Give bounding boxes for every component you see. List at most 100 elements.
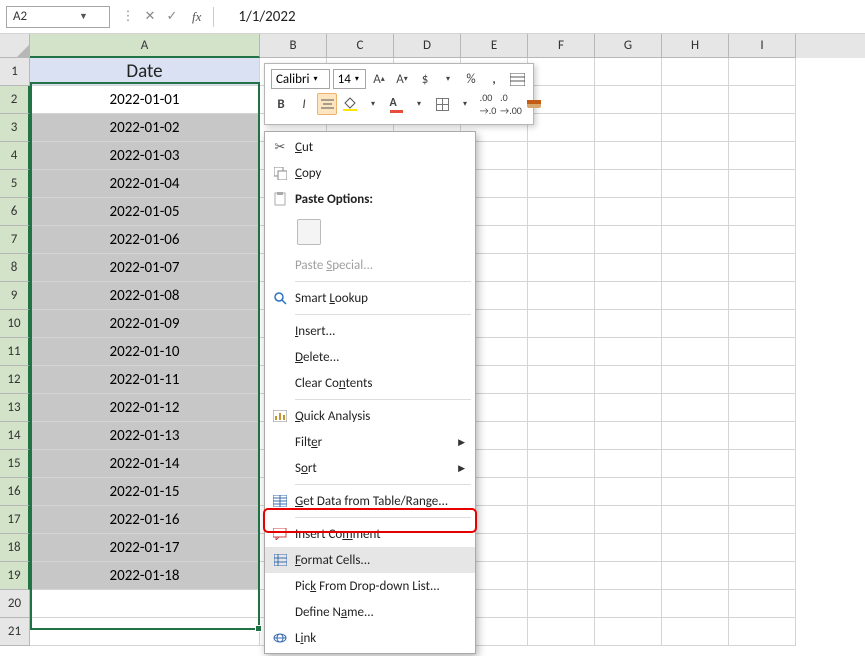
col-header-D[interactable]: D [394, 34, 461, 58]
cell[interactable]: 2022-01-06 [30, 226, 260, 254]
font-color-icon[interactable]: A [386, 93, 406, 115]
menu-filter[interactable]: Filter ▶ [265, 429, 475, 455]
cell[interactable]: 2022-01-08 [30, 282, 260, 310]
row-header[interactable]: 18 [0, 534, 30, 562]
menu-delete[interactable]: Delete... [265, 344, 475, 370]
menu-pick-list[interactable]: Pick From Drop-down List... [265, 573, 475, 599]
enter-icon[interactable]: ✓ [162, 7, 182, 27]
cell[interactable]: 2022-01-17 [30, 534, 260, 562]
cell[interactable]: 2022-01-15 [30, 478, 260, 506]
cell[interactable]: 2022-01-04 [30, 170, 260, 198]
cell[interactable]: 2022-01-07 [30, 254, 260, 282]
cell[interactable] [729, 58, 796, 86]
italic-icon[interactable]: I [294, 93, 314, 115]
row-header[interactable]: 13 [0, 394, 30, 422]
col-header-G[interactable]: G [595, 34, 662, 58]
menu-get-data[interactable]: Get Data from Table/Range... [265, 488, 475, 514]
col-header-A[interactable]: A [30, 34, 260, 58]
cell[interactable]: 2022-01-10 [30, 338, 260, 366]
currency-icon[interactable]: $ [415, 68, 435, 90]
cell[interactable] [595, 58, 662, 86]
bold-icon[interactable]: B [271, 93, 291, 115]
cell[interactable]: 2022-01-11 [30, 366, 260, 394]
cell[interactable]: 2022-01-18 [30, 562, 260, 590]
select-all-corner[interactable] [0, 34, 30, 58]
row-header[interactable]: 17 [0, 506, 30, 534]
row-header[interactable]: 14 [0, 422, 30, 450]
increase-decimal-icon[interactable]: .00→.0 [478, 93, 498, 115]
menu-smart-lookup[interactable]: Smart Lookup [265, 285, 475, 311]
col-header-E[interactable]: E [461, 34, 528, 58]
conditional-format-icon[interactable] [507, 68, 527, 90]
menu-clear-contents[interactable]: Clear Contents [265, 370, 475, 396]
col-header-H[interactable]: H [662, 34, 729, 58]
menu-define-name[interactable]: Define Name... [265, 599, 475, 625]
menu-sort[interactable]: Sort ▶ [265, 455, 475, 481]
row-header[interactable]: 6 [0, 198, 30, 226]
border-icon[interactable] [432, 93, 452, 115]
row-header[interactable]: 4 [0, 142, 30, 170]
row-header[interactable]: 8 [0, 254, 30, 282]
fx-icon[interactable]: fx [184, 9, 209, 25]
dropdown-icon[interactable]: ▾ [438, 68, 458, 90]
row-header[interactable]: 7 [0, 226, 30, 254]
chevron-down-icon[interactable]: ▼ [58, 11, 109, 22]
align-center-icon[interactable] [317, 93, 337, 115]
dropdown-icon[interactable]: ▾ [409, 93, 429, 115]
formula-input[interactable]: 1/1/2022 [218, 8, 315, 26]
name-box[interactable]: A2 ▼ [6, 6, 110, 28]
col-header-I[interactable]: I [729, 34, 796, 58]
cell[interactable] [595, 86, 662, 114]
cell[interactable] [30, 590, 260, 618]
menu-copy[interactable]: Copy [265, 160, 475, 186]
decrease-font-icon[interactable]: A▾ [392, 68, 412, 90]
cell[interactable] [662, 58, 729, 86]
paste-icon[interactable] [297, 219, 321, 245]
percent-icon[interactable]: % [461, 68, 481, 90]
cell[interactable] [729, 86, 796, 114]
font-size-select[interactable]: 14▾ [333, 69, 366, 89]
row-header[interactable]: 3 [0, 114, 30, 142]
cancel-icon[interactable]: ✕ [140, 7, 160, 27]
menu-cut[interactable]: ✂ Cut [265, 134, 475, 160]
increase-font-icon[interactable]: A▴ [369, 68, 389, 90]
cell[interactable] [528, 58, 595, 86]
menu-paste-options[interactable]: Paste Options: [265, 186, 475, 212]
row-header[interactable]: 10 [0, 310, 30, 338]
cell[interactable]: 2022-01-13 [30, 422, 260, 450]
font-name-select[interactable]: Calibri▾ [271, 69, 330, 89]
format-painter-icon[interactable] [524, 93, 544, 115]
cell[interactable]: 2022-01-16 [30, 506, 260, 534]
col-header-F[interactable]: F [528, 34, 595, 58]
cell[interactable] [30, 618, 260, 646]
cell[interactable]: 2022-01-05 [30, 198, 260, 226]
row-header[interactable]: 5 [0, 170, 30, 198]
cell-A2[interactable]: 2022-01-01 [30, 86, 260, 114]
row-header[interactable]: 20 [0, 590, 30, 618]
decrease-decimal-icon[interactable]: .0→.00 [501, 93, 521, 115]
dropdown-icon[interactable]: ▾ [363, 93, 383, 115]
cell[interactable]: 2022-01-14 [30, 450, 260, 478]
row-header[interactable]: 2 [0, 86, 30, 114]
cell[interactable] [662, 86, 729, 114]
menu-quick-analysis[interactable]: Quick Analysis [265, 403, 475, 429]
row-header[interactable]: 16 [0, 478, 30, 506]
cell[interactable]: 2022-01-03 [30, 142, 260, 170]
cell-A1[interactable]: Date [30, 58, 260, 86]
row-header[interactable]: 11 [0, 338, 30, 366]
fill-color-icon[interactable] [340, 93, 360, 115]
cell[interactable]: 2022-01-02 [30, 114, 260, 142]
row-header[interactable]: 9 [0, 282, 30, 310]
row-header[interactable]: 12 [0, 366, 30, 394]
menu-link[interactable]: Link [265, 625, 475, 651]
comma-icon[interactable]: , [484, 68, 504, 90]
menu-insert[interactable]: Insert... [265, 318, 475, 344]
menu-insert-comment[interactable]: Insert Comment [265, 521, 475, 547]
row-header[interactable]: 1 [0, 58, 30, 86]
col-header-B[interactable]: B [260, 34, 327, 58]
cell[interactable]: 2022-01-12 [30, 394, 260, 422]
cell[interactable]: 2022-01-09 [30, 310, 260, 338]
row-header[interactable]: 19 [0, 562, 30, 590]
col-header-C[interactable]: C [327, 34, 394, 58]
dropdown-icon[interactable]: ▾ [455, 93, 475, 115]
